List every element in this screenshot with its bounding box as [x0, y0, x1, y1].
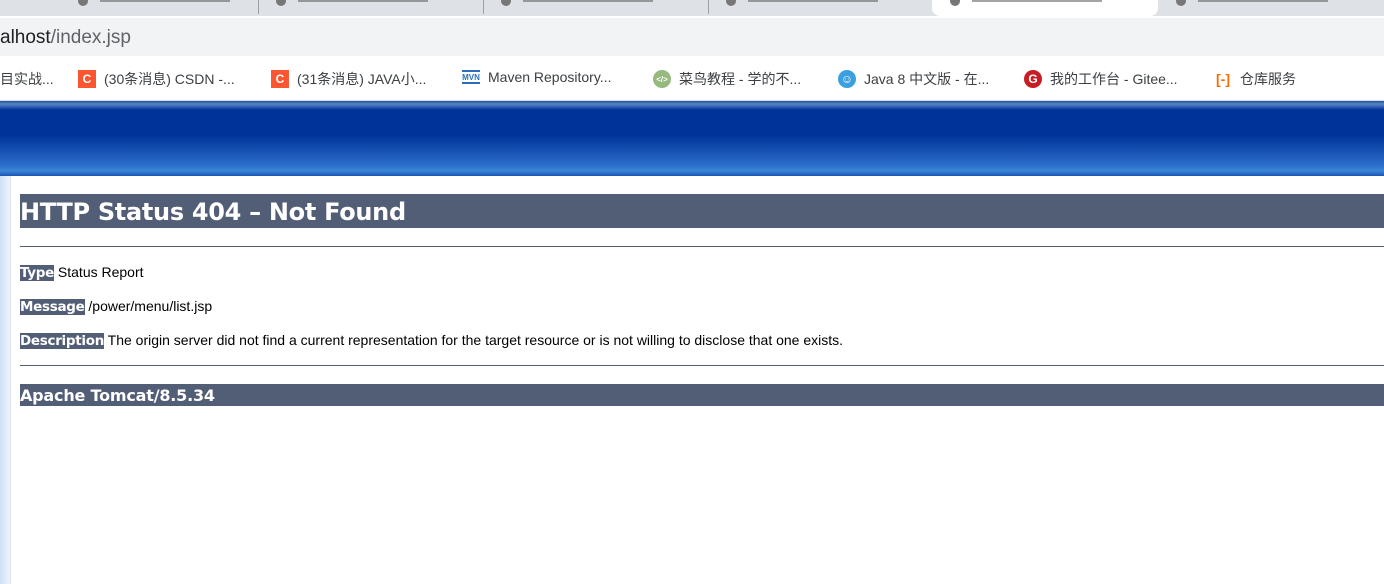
- error-page: HTTP Status 404 – Not Found Type Status …: [20, 194, 1384, 406]
- gitee-icon: G: [1024, 70, 1042, 88]
- left-frame: [0, 176, 11, 584]
- bookmark-item[interactable]: G 我的工作台 - Gitee...: [1024, 69, 1178, 89]
- bookmark-label: (30条消息) CSDN -...: [104, 71, 235, 87]
- bookmark-item[interactable]: [-] 仓库服务: [1214, 69, 1296, 89]
- address-bar[interactable]: alhost/index.jsp: [0, 18, 1384, 56]
- url-path: /index.jsp: [50, 27, 131, 48]
- bookmark-label: Maven Repository...: [488, 69, 612, 85]
- bookmark-item[interactable]: </> 菜鸟教程 - 学的不...: [653, 69, 801, 89]
- browser-tab[interactable]: [1158, 0, 1384, 14]
- tab-favicon-icon: [950, 0, 960, 6]
- csdn-icon: C: [78, 70, 96, 88]
- message-value: /power/menu/list.jsp: [88, 298, 213, 314]
- description-row: Description The origin server did not fi…: [20, 331, 1384, 350]
- tab-title: [523, 0, 653, 2]
- tab-favicon-icon: [501, 0, 511, 6]
- browser-tab[interactable]: [258, 0, 484, 14]
- tab-title: [748, 0, 878, 2]
- bookmark-item[interactable]: 目实战...: [0, 69, 54, 89]
- browser-tab[interactable]: [60, 0, 259, 14]
- tab-favicon-icon: [726, 0, 736, 6]
- bookmark-item[interactable]: C (31条消息) JAVA小...: [271, 69, 426, 89]
- bookmark-label: (31条消息) JAVA小...: [297, 71, 427, 87]
- bookmark-label: 菜鸟教程 - 学的不...: [679, 71, 802, 87]
- bookmark-label: Java 8 中文版 - 在...: [864, 71, 990, 87]
- java-doc-icon: ☺: [838, 70, 856, 88]
- browser-tab[interactable]: [708, 0, 930, 14]
- maven-icon: MVN: [462, 70, 480, 84]
- type-label: Type: [20, 265, 55, 281]
- bookmark-label: 目实战...: [0, 71, 54, 87]
- bookmark-item[interactable]: MVN Maven Repository...: [462, 69, 611, 85]
- tab-favicon-icon: [1176, 0, 1186, 6]
- description-value: The origin server did not find a current…: [107, 332, 844, 348]
- tab-strip: [0, 0, 1384, 16]
- tab-title: [972, 0, 1102, 2]
- page-title: HTTP Status 404 – Not Found: [20, 194, 1384, 228]
- runoob-icon: </>: [653, 70, 671, 88]
- bookmark-label: 我的工作台 - Gitee...: [1050, 71, 1178, 87]
- type-value: Status Report: [57, 264, 144, 280]
- header-banner: [0, 101, 1384, 176]
- message-label: Message: [20, 299, 85, 315]
- bookmark-item[interactable]: ☺ Java 8 中文版 - 在...: [838, 69, 989, 89]
- tab-title: [1198, 0, 1328, 2]
- type-row: Type Status Report: [20, 263, 1384, 282]
- message-row: Message /power/menu/list.jsp: [20, 297, 1384, 316]
- tab-title: [298, 0, 428, 2]
- divider: [20, 365, 1384, 366]
- browser-tab[interactable]: [483, 0, 709, 14]
- browser-tab-active[interactable]: [932, 0, 1158, 16]
- csdn-icon: C: [271, 70, 289, 88]
- tab-favicon-icon: [276, 0, 286, 6]
- tab-favicon-icon: [78, 0, 88, 6]
- tab-title: [100, 0, 230, 2]
- bookmarks-bar: 目实战... C (30条消息) CSDN -... C (31条消息) JAVA小…: [0, 56, 1384, 101]
- server-footer: Apache Tomcat/8.5.34: [20, 384, 1384, 406]
- bookmark-item[interactable]: C (30条消息) CSDN -...: [78, 69, 235, 89]
- description-label: Description: [20, 333, 105, 349]
- url-text[interactable]: alhost/index.jsp: [0, 27, 131, 49]
- bookmark-label: 仓库服务: [1240, 71, 1296, 87]
- aliyun-icon: [-]: [1216, 71, 1230, 87]
- url-host: alhost: [0, 27, 51, 48]
- divider: [20, 246, 1384, 247]
